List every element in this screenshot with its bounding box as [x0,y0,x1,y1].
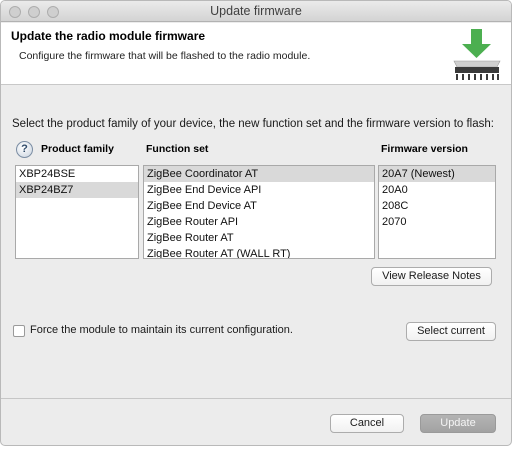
firmware-version-list[interactable]: 20A7 (Newest) 20A0 208C 2070 [378,165,496,259]
update-firmware-dialog: Update firmware Update the radio module … [0,0,512,446]
firmware-version-item[interactable]: 2070 [379,214,495,230]
instruction-text: Select the product family of your device… [12,118,494,130]
header-title: Update the radio module firmware [11,29,206,43]
function-set-item[interactable]: ZigBee Router API [144,214,374,230]
update-button[interactable]: Update [420,414,496,433]
function-set-item-selected[interactable]: ZigBee Coordinator AT [144,166,374,182]
product-family-item-selected[interactable]: XBP24BZ7 [16,182,138,198]
footer-divider [1,398,511,399]
view-release-notes-button[interactable]: View Release Notes [371,267,492,286]
window-title: Update firmware [210,4,302,18]
function-set-item[interactable]: ZigBee Router AT (WALL RT) [144,246,374,258]
product-family-header: Product family [41,143,114,155]
header-subtitle: Configure the firmware that will be flas… [19,50,311,62]
function-set-header: Function set [146,143,209,155]
function-set-list[interactable]: ZigBee Coordinator AT ZigBee End Device … [143,165,375,259]
select-current-button[interactable]: Select current [406,322,496,341]
function-set-item[interactable]: ZigBee End Device AT [144,198,374,214]
dialog-header: Update the radio module firmware Configu… [1,23,511,85]
function-set-item[interactable]: ZigBee Router AT [144,230,374,246]
firmware-version-header: Firmware version [381,143,468,155]
product-family-list[interactable]: XBP24BSE XBP24BZ7 [15,165,139,259]
firmware-flash-chip-icon [453,29,501,80]
firmware-version-item-selected[interactable]: 20A7 (Newest) [379,166,495,182]
firmware-version-item[interactable]: 20A0 [379,182,495,198]
product-family-item[interactable]: XBP24BSE [16,166,138,182]
firmware-version-item[interactable]: 208C [379,198,495,214]
help-icon[interactable]: ? [16,141,33,158]
title-bar: Update firmware [1,1,511,22]
force-config-label[interactable]: Force the module to maintain its current… [30,324,293,336]
cancel-button[interactable]: Cancel [330,414,404,433]
function-set-item[interactable]: ZigBee End Device API [144,182,374,198]
force-config-checkbox[interactable] [13,325,25,337]
